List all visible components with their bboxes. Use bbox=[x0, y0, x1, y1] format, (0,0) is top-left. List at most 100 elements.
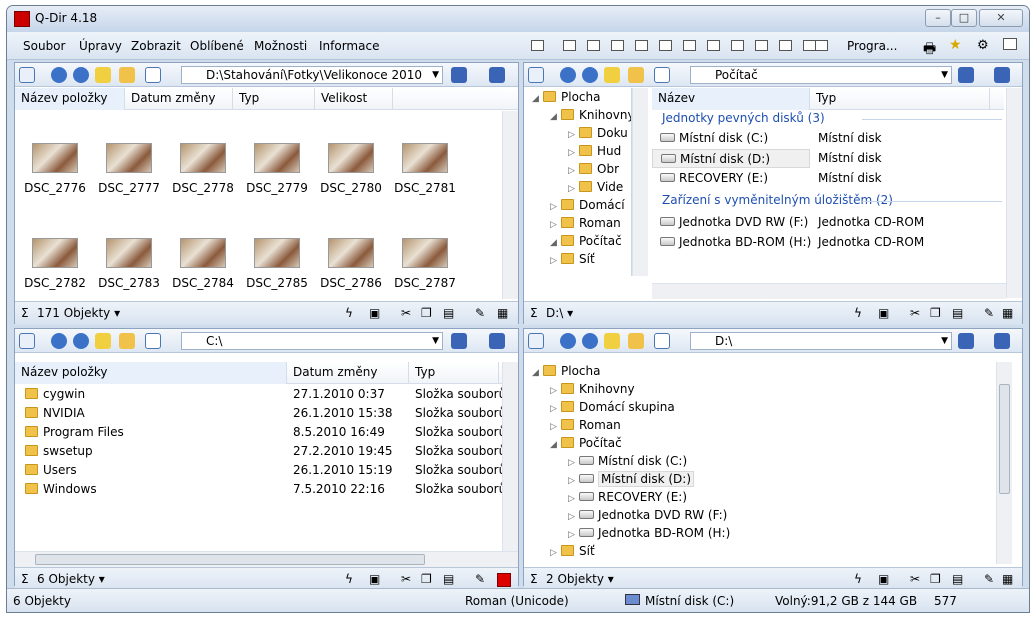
expand-arrow-icon[interactable]: ▷ bbox=[550, 544, 561, 562]
address-bar[interactable]: C:\ ▼ bbox=[181, 332, 443, 350]
chevron-down-icon[interactable]: ▼ bbox=[432, 333, 439, 349]
up-folder-icon[interactable] bbox=[604, 67, 620, 83]
object-count[interactable]: 2 Objekty ▾ bbox=[546, 572, 614, 586]
menu-oblibene[interactable]: Oblíbené bbox=[190, 39, 244, 53]
col-size[interactable]: Velikost bbox=[315, 88, 393, 110]
back-icon[interactable] bbox=[51, 67, 67, 83]
bolt-icon[interactable]: ϟ bbox=[345, 306, 353, 320]
tree-item[interactable]: ▷ RECOVERY (E:) bbox=[524, 488, 996, 507]
toggle-panel-icon[interactable] bbox=[1003, 38, 1017, 50]
copy-icon[interactable]: ❐ bbox=[421, 306, 432, 320]
rename-icon[interactable]: ✎ bbox=[475, 572, 485, 586]
bolt-icon[interactable]: ϟ bbox=[854, 306, 862, 320]
tree-item[interactable]: ▷ Roman bbox=[524, 416, 996, 435]
chevron-down-icon[interactable]: ▼ bbox=[941, 333, 948, 349]
menu-upravy[interactable]: Úpravy bbox=[79, 39, 122, 53]
thumbnail-item[interactable]: DSC_2786 bbox=[315, 238, 387, 300]
col-name[interactable]: Název bbox=[652, 88, 810, 110]
scroll-thumb[interactable] bbox=[35, 554, 425, 565]
layout-3b-icon[interactable] bbox=[587, 40, 600, 51]
favorite-star-icon[interactable]: ★ bbox=[949, 37, 962, 53]
back-icon[interactable] bbox=[51, 333, 67, 349]
thumbnail-item[interactable]: DSC_2784 bbox=[167, 238, 239, 300]
thumbnail-item[interactable]: DSC_2783 bbox=[93, 238, 165, 300]
pane-menu-icon[interactable] bbox=[19, 333, 35, 349]
view-mode-icon[interactable] bbox=[145, 333, 161, 349]
col-name[interactable]: Název položky bbox=[15, 88, 125, 110]
col-date[interactable]: Datum změny bbox=[287, 362, 409, 384]
layout-full-icon[interactable] bbox=[815, 40, 828, 51]
cut-icon[interactable]: ✂ bbox=[401, 306, 411, 320]
rename-icon[interactable]: ✎ bbox=[475, 306, 485, 320]
forward-icon[interactable] bbox=[582, 333, 598, 349]
pane-menu-icon[interactable] bbox=[528, 67, 544, 83]
menu-informace[interactable]: Informace bbox=[319, 39, 379, 53]
paste-icon[interactable]: ▤ bbox=[952, 306, 963, 320]
new-folder-icon[interactable] bbox=[119, 67, 135, 83]
bolt-icon[interactable]: ϟ bbox=[345, 572, 353, 586]
tree-item[interactable]: ▷ Domácí skupina bbox=[524, 398, 996, 417]
properties-icon[interactable]: ▣ bbox=[878, 306, 889, 320]
properties-icon[interactable]: ▣ bbox=[369, 572, 380, 586]
thumbnail-item[interactable]: DSC_2777 bbox=[93, 143, 165, 205]
tree-item[interactable]: ▷ Síť bbox=[524, 542, 996, 561]
back-icon[interactable] bbox=[560, 333, 576, 349]
view-mode-icon[interactable] bbox=[654, 67, 670, 83]
group-header[interactable]: Jednotky pevných disků (3) bbox=[662, 111, 825, 125]
tree-item[interactable]: ▷ Hud bbox=[524, 142, 631, 161]
monitor-icon[interactable] bbox=[451, 67, 467, 83]
copy-icon[interactable]: ❐ bbox=[930, 572, 941, 586]
delete-icon[interactable] bbox=[497, 573, 511, 587]
network-icon[interactable] bbox=[994, 333, 1010, 349]
new-folder-icon[interactable] bbox=[628, 333, 644, 349]
delete-icon[interactable]: ▦ bbox=[1002, 306, 1013, 320]
thumbnail-item[interactable]: DSC_2785 bbox=[241, 238, 313, 300]
menu-moznosti[interactable]: Možnosti bbox=[254, 39, 307, 53]
paste-icon[interactable]: ▤ bbox=[443, 306, 454, 320]
new-folder-icon[interactable] bbox=[628, 67, 644, 83]
menu-zobrazit[interactable]: Zobrazit bbox=[131, 39, 181, 53]
copy-icon[interactable]: ❐ bbox=[421, 572, 432, 586]
layout-2d-icon[interactable] bbox=[707, 40, 720, 51]
tree-item[interactable]: ▷ Roman bbox=[524, 214, 631, 233]
pane-menu-icon[interactable] bbox=[528, 333, 544, 349]
forward-icon[interactable] bbox=[73, 333, 89, 349]
layout-h-icon[interactable] bbox=[731, 40, 744, 51]
tree-item[interactable]: ◢ Počítač bbox=[524, 232, 631, 251]
tree-item[interactable]: ◢ Knihovny bbox=[524, 106, 631, 125]
forward-icon[interactable] bbox=[73, 67, 89, 83]
address-bar[interactable]: D:\Stahování\Fotky\Velikonoce 2010 ▼ bbox=[181, 66, 443, 84]
expand-arrow-icon[interactable]: ▷ bbox=[550, 252, 561, 271]
new-folder-icon[interactable] bbox=[119, 333, 135, 349]
object-count[interactable]: 171 Objekty ▾ bbox=[37, 306, 120, 320]
col-date[interactable]: Datum změny bbox=[125, 88, 233, 110]
col-type[interactable]: Typ bbox=[810, 88, 990, 110]
up-folder-icon[interactable] bbox=[604, 333, 620, 349]
layout-2b-icon[interactable] bbox=[659, 40, 672, 51]
forward-icon[interactable] bbox=[582, 67, 598, 83]
col-type[interactable]: Typ bbox=[409, 362, 499, 384]
delete-icon[interactable]: ▦ bbox=[497, 306, 508, 320]
cut-icon[interactable]: ✂ bbox=[910, 306, 920, 320]
tools-icon[interactable]: ⚙ bbox=[977, 38, 989, 53]
col-type[interactable]: Typ bbox=[233, 88, 315, 110]
tree-scrollbar[interactable] bbox=[632, 88, 648, 276]
thumbnail-item[interactable]: DSC_2787 bbox=[389, 238, 461, 300]
thumbnail-item[interactable]: DSC_2779 bbox=[241, 143, 313, 205]
tree-item[interactable]: ▷ Doku bbox=[524, 124, 631, 143]
chevron-down-icon[interactable]: ▼ bbox=[941, 67, 948, 83]
paste-icon[interactable]: ▤ bbox=[443, 572, 454, 586]
network-icon[interactable] bbox=[489, 67, 505, 83]
layout-3c-icon[interactable] bbox=[611, 40, 624, 51]
view-mode-icon[interactable] bbox=[654, 333, 670, 349]
thumbnail-item[interactable]: DSC_2782 bbox=[19, 238, 91, 300]
layout-1-icon[interactable] bbox=[779, 40, 792, 51]
layout-4-icon[interactable] bbox=[531, 40, 544, 51]
tree-item[interactable]: ◢ Plocha bbox=[524, 88, 631, 107]
vertical-scrollbar[interactable] bbox=[1006, 88, 1022, 298]
copy-icon[interactable]: ❐ bbox=[930, 306, 941, 320]
cut-icon[interactable]: ✂ bbox=[910, 572, 920, 586]
vertical-scrollbar[interactable] bbox=[502, 111, 518, 299]
thumbnail-item[interactable]: DSC_2778 bbox=[167, 143, 239, 205]
tree-item[interactable]: ▷ Místní disk (C:) bbox=[524, 452, 996, 471]
